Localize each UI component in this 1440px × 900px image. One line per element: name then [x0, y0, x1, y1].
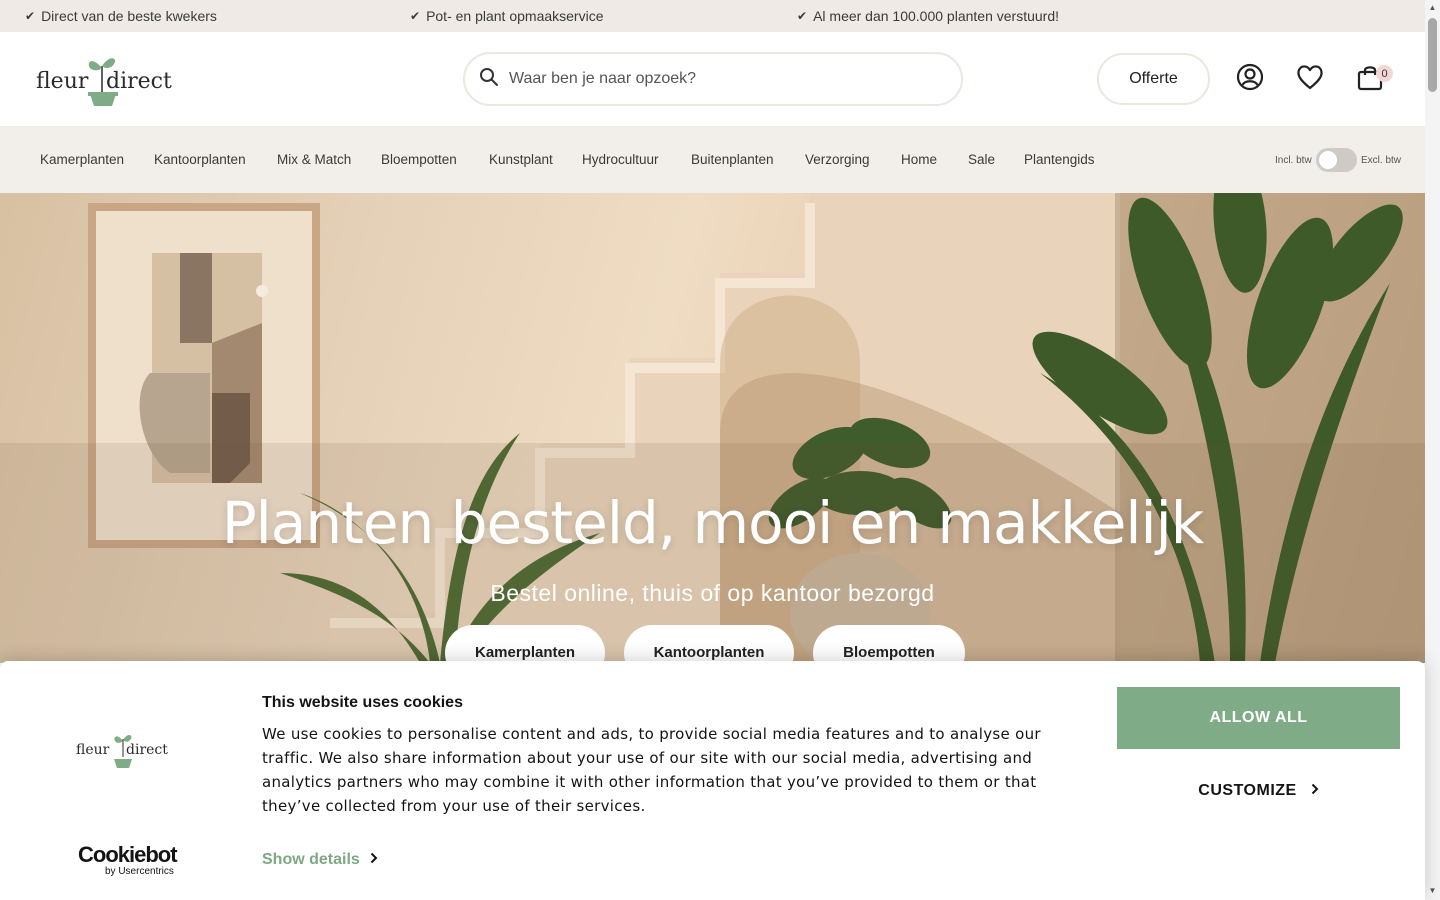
chevron-right-icon — [370, 851, 378, 869]
hero-button-bloempotten[interactable]: Bloempotten — [813, 625, 965, 663]
usp-item: ✔ Pot- en plant opmaakservice — [410, 8, 604, 24]
chevron-right-icon — [1311, 782, 1319, 800]
nav-item-hydrocultuur[interactable]: Hydrocultuur — [582, 152, 659, 167]
nav-item-bloempotten[interactable]: Bloempotten — [381, 152, 457, 167]
hero-banner: Planten besteld, mooi en makkelijk Beste… — [0, 193, 1425, 663]
usp-bar: ✔ Direct van de beste kwekers ✔ Pot- en … — [0, 0, 1425, 32]
svg-text:fleur: fleur — [36, 69, 89, 94]
page-scrollbar[interactable]: ▲ ▼ — [1425, 0, 1440, 900]
cookie-consent-banner: fleur direct Cookiebot by Usercentrics T… — [0, 661, 1425, 900]
usp-item: ✔ Direct van de beste kwekers — [25, 8, 217, 24]
check-icon: ✔ — [797, 9, 808, 23]
cookie-title: This website uses cookies — [262, 694, 463, 711]
cookiebot-subtitle: by Usercentrics — [105, 866, 174, 877]
customize-label: CUSTOMIZE — [1198, 782, 1297, 799]
wishlist-button[interactable] — [1293, 62, 1327, 96]
nav-item-home[interactable]: Home — [901, 152, 937, 167]
scroll-down-arrow-icon[interactable]: ▼ — [1428, 886, 1437, 895]
vat-excl-label: Excl. btw — [1361, 155, 1402, 166]
scrollbar-thumb[interactable] — [1428, 18, 1437, 92]
allow-all-button[interactable]: ALLOW ALL — [1117, 687, 1400, 749]
nav-item-kantoorplanten[interactable]: Kantoorplanten — [154, 152, 246, 167]
check-icon: ✔ — [410, 9, 421, 23]
cookiebot-logo: Cookiebot by Usercentrics — [78, 842, 188, 878]
svg-text:direct: direct — [126, 742, 168, 758]
fleur-direct-logo[interactable]: fleur direct — [36, 52, 186, 108]
nav-item-verzorging[interactable]: Verzorging — [805, 152, 870, 167]
customize-button[interactable]: CUSTOMIZE — [1117, 773, 1400, 809]
usp-label: Direct van de beste kwekers — [41, 8, 217, 24]
nav-item-sale[interactable]: Sale — [968, 152, 995, 167]
nav-item-kunstplant[interactable]: Kunstplant — [489, 152, 553, 167]
svg-text:direct: direct — [106, 69, 172, 94]
show-details-label: Show details — [262, 851, 360, 868]
heart-icon — [1296, 64, 1324, 95]
scroll-up-arrow-icon[interactable]: ▲ — [1428, 3, 1437, 12]
site-header: fleur direct Offerte 0 — [0, 32, 1425, 126]
show-details-link[interactable]: Show details — [262, 851, 378, 869]
search-input[interactable] — [509, 70, 949, 88]
hero-subtitle: Bestel online, thuis of op kantoor bezor… — [490, 580, 935, 606]
cookie-description: We use cookies to personalise content an… — [262, 725, 1041, 815]
vat-incl-label: Incl. btw — [1275, 155, 1312, 166]
account-button[interactable] — [1233, 62, 1267, 96]
nav-item-mix-match[interactable]: Mix & Match — [277, 152, 351, 167]
check-icon: ✔ — [25, 9, 36, 23]
cookie-banner-logo: fleur direct — [76, 731, 186, 771]
user-icon — [1236, 63, 1264, 96]
cookiebot-wordmark: Cookiebot — [78, 842, 178, 867]
usp-item: ✔ Al meer dan 100.000 planten verstuurd! — [797, 8, 1059, 24]
usp-label: Pot- en plant opmaakservice — [426, 8, 604, 24]
search-icon — [479, 67, 499, 92]
usp-label: Al meer dan 100.000 planten verstuurd! — [813, 8, 1059, 24]
search-bar[interactable] — [463, 52, 963, 106]
vat-toggle-knob — [1319, 151, 1337, 169]
offerte-button[interactable]: Offerte — [1097, 53, 1210, 105]
hero-button-kamerplanten[interactable]: Kamerplanten — [445, 625, 605, 663]
main-navigation: Kamerplanten Kantoorplanten Mix & Match … — [0, 126, 1425, 193]
nav-item-plantengids[interactable]: Plantengids — [1024, 152, 1095, 167]
nav-item-buitenplanten[interactable]: Buitenplanten — [691, 152, 774, 167]
hero-button-kantoorplanten[interactable]: Kantoorplanten — [624, 625, 794, 663]
cart-count-badge: 0 — [1376, 65, 1393, 82]
nav-item-kamerplanten[interactable]: Kamerplanten — [40, 152, 124, 167]
vat-toggle[interactable] — [1316, 148, 1357, 172]
svg-text:fleur: fleur — [76, 742, 110, 758]
hero-title: Planten besteld, mooi en makkelijk — [221, 489, 1205, 557]
